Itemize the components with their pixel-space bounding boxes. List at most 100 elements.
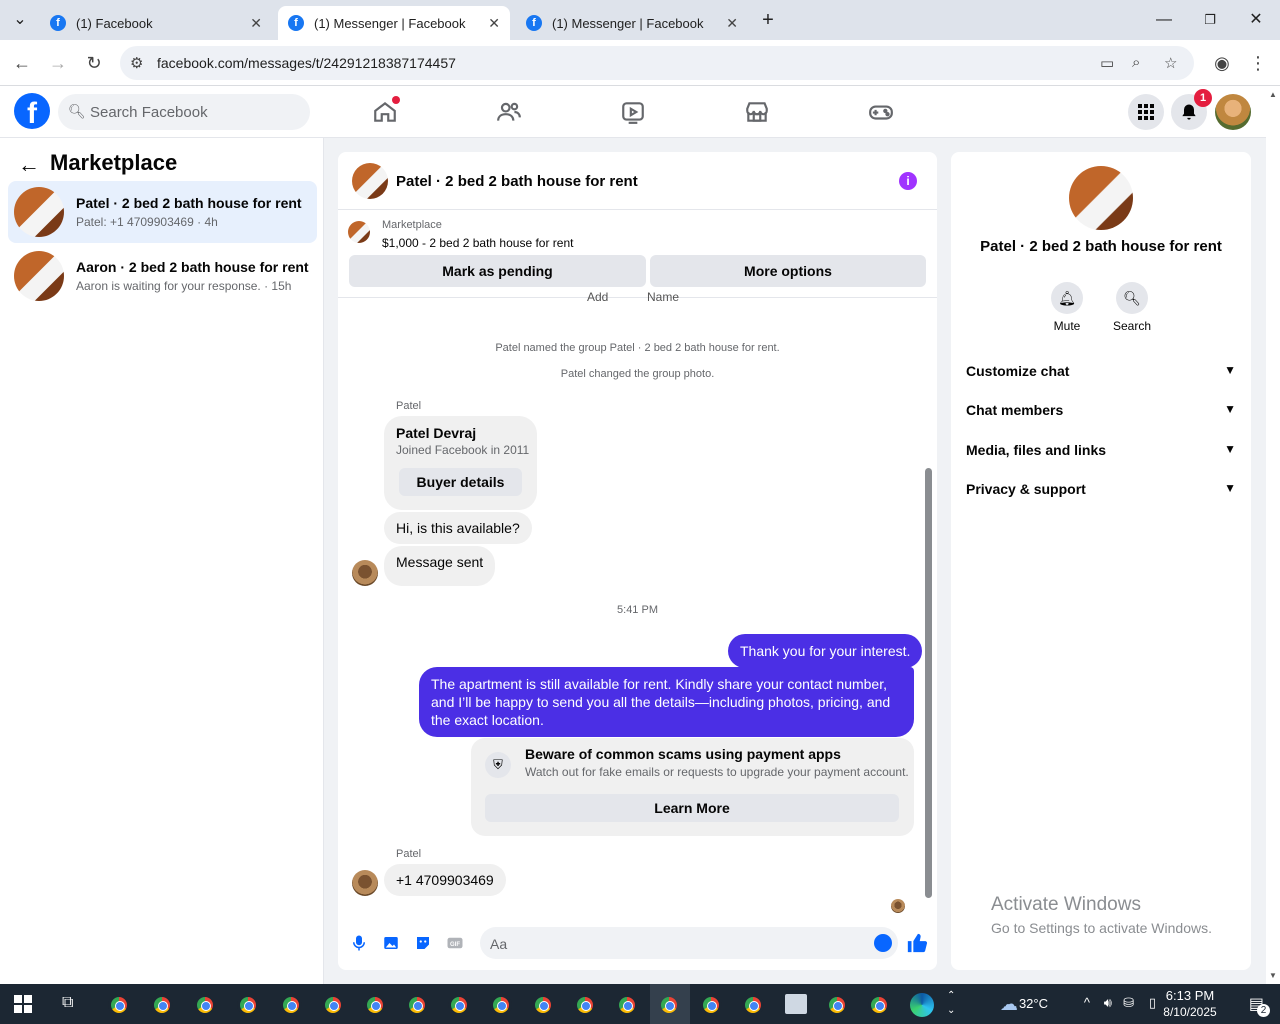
video-icon[interactable]	[620, 99, 646, 125]
chrome-icon[interactable]	[151, 994, 173, 1016]
menu-dots-icon[interactable]: ⋮	[1246, 51, 1270, 75]
buyer-joined: Joined Facebook in 2011	[396, 443, 530, 457]
sender-avatar[interactable]	[352, 870, 378, 896]
battery-icon[interactable]: ▯	[1149, 995, 1156, 1011]
chrome-icon[interactable]	[194, 994, 216, 1016]
back-arrow-icon[interactable]: ←	[18, 152, 40, 178]
install-app-icon[interactable]: ▭	[1100, 54, 1114, 72]
chrome-icon[interactable]	[108, 994, 130, 1016]
network-icon[interactable]: ⛁	[1123, 995, 1134, 1011]
incoming-message[interactable]: Hi, is this available?	[384, 512, 532, 544]
profile-avatar[interactable]	[1215, 94, 1251, 130]
chrome-icon[interactable]	[280, 994, 302, 1016]
bell-icon[interactable]: 🔔︎	[1051, 282, 1083, 314]
message-input[interactable]: Aa	[480, 927, 898, 959]
scroll-down-icon[interactable]: ▼	[1269, 971, 1277, 980]
omnibox[interactable]: ⚙ facebook.com/messages/t/24291218387174…	[120, 46, 1194, 80]
details-avatar[interactable]	[1069, 166, 1133, 230]
facebook-logo-icon[interactable]: f	[14, 93, 50, 129]
close-window-button[interactable]: ✕	[1244, 8, 1268, 32]
close-icon[interactable]: ✕	[488, 15, 500, 32]
search-input[interactable]: 🔍︎ Search Facebook	[58, 94, 310, 130]
chat-avatar[interactable]	[352, 163, 388, 199]
chrome-icon[interactable]	[364, 994, 386, 1016]
conversation-item-aaron[interactable]: Aaron · 2 bed 2 bath house for rent Aaro…	[8, 245, 317, 307]
profile-icon[interactable]: ◉	[1210, 51, 1234, 75]
chrome-icon[interactable]	[742, 994, 764, 1016]
app-icon[interactable]	[785, 994, 807, 1014]
chrome-icon[interactable]	[658, 994, 680, 1016]
listing-title[interactable]: $1,000 - 2 bed 2 bath house for rent	[382, 236, 573, 250]
scroll-up-icon[interactable]: ▲	[1269, 90, 1277, 99]
incoming-message[interactable]: Message sent	[384, 546, 496, 586]
sender-avatar[interactable]	[352, 560, 378, 586]
emoji-icon[interactable]	[874, 934, 892, 952]
clock-date[interactable]: 8/10/2025	[1160, 1005, 1220, 1019]
incoming-message[interactable]: +1 4709903469	[384, 864, 506, 896]
friends-icon[interactable]	[496, 99, 522, 125]
gaming-icon[interactable]	[868, 99, 894, 125]
windows-start-icon[interactable]	[14, 995, 32, 1013]
chrome-icon[interactable]	[448, 994, 470, 1016]
marketplace-icon[interactable]	[744, 99, 770, 125]
zoom-icon[interactable]: ⌕	[1132, 54, 1140, 71]
scrollbar-thumb[interactable]	[925, 468, 932, 898]
outgoing-message[interactable]: The apartment is still available for ren…	[419, 667, 914, 737]
site-info-icon[interactable]: ⚙	[130, 54, 143, 72]
section-privacy-support[interactable]: Privacy & support ▼	[966, 481, 1236, 497]
tab-facebook[interactable]: f (1) Facebook ✕	[40, 6, 272, 40]
thumbs-up-icon[interactable]	[906, 932, 928, 954]
taskbar-scroll-icon[interactable]: ⌃ ⌄	[947, 988, 955, 1018]
cloud-weather-icon[interactable]: ☁	[1000, 994, 1018, 1015]
tab-messenger[interactable]: f (1) Messenger | Facebook ✕	[516, 6, 748, 40]
search-icon[interactable]: 🔍︎	[1116, 282, 1148, 314]
microphone-icon[interactable]	[350, 934, 368, 952]
task-view-icon[interactable]: ⧉	[62, 994, 73, 1012]
chrome-icon[interactable]	[826, 994, 848, 1016]
forward-arrow-icon[interactable]: →	[46, 51, 70, 75]
section-media-files-links[interactable]: Media, files and links ▼	[966, 442, 1236, 458]
close-icon[interactable]: ✕	[726, 15, 738, 32]
tab-search-icon[interactable]: ⌄	[8, 8, 32, 32]
photo-icon[interactable]	[382, 934, 400, 952]
restore-button[interactable]: ❐	[1198, 8, 1222, 32]
weather-temp[interactable]: 32°C	[1019, 996, 1048, 1011]
new-tab-button[interactable]: +	[756, 8, 780, 32]
outgoing-message[interactable]: Thank you for your interest.	[728, 634, 923, 668]
home-icon[interactable]	[372, 96, 400, 125]
chrome-icon[interactable]	[322, 994, 344, 1016]
chrome-icon[interactable]	[406, 994, 428, 1016]
gif-icon[interactable]: GIF	[446, 934, 464, 952]
section-customize-chat[interactable]: Customize chat ▼	[966, 363, 1236, 379]
chrome-icon[interactable]	[574, 994, 596, 1016]
conversation-item-patel[interactable]: Patel · 2 bed 2 bath house for rent Pate…	[8, 181, 317, 243]
chrome-icon[interactable]	[490, 994, 512, 1016]
more-options-button[interactable]: More options	[650, 255, 926, 287]
close-icon[interactable]: ✕	[250, 15, 262, 32]
chrome-icon[interactable]	[700, 994, 722, 1016]
chat-title[interactable]: Patel · 2 bed 2 bath house for rent	[396, 173, 638, 190]
reload-icon[interactable]: ↻	[82, 51, 106, 75]
menu-grid-icon[interactable]	[1128, 94, 1164, 130]
mark-pending-button[interactable]: Mark as pending	[349, 255, 646, 287]
listing-thumbnail[interactable]	[348, 221, 370, 243]
sticker-icon[interactable]	[414, 934, 432, 952]
chrome-icon[interactable]	[532, 994, 554, 1016]
chevron-up-icon[interactable]: ^	[1084, 995, 1090, 1010]
buyer-details-button[interactable]: Buyer details	[399, 468, 522, 496]
chrome-icon[interactable]	[616, 994, 638, 1016]
minimize-button[interactable]: —	[1152, 8, 1176, 32]
edge-icon[interactable]	[910, 993, 934, 1017]
info-icon[interactable]: i	[899, 172, 917, 190]
back-arrow-icon[interactable]: ←	[10, 51, 34, 75]
clock-time[interactable]: 6:13 PM	[1160, 988, 1220, 1003]
learn-more-button[interactable]: Learn More	[485, 794, 899, 822]
page-scrollbar[interactable]: ▲ ▼	[1266, 86, 1280, 984]
chevron-down-icon: ▼	[1224, 481, 1236, 495]
volume-icon[interactable]: 🔊︎	[1104, 995, 1112, 1011]
tab-messenger-active[interactable]: f (1) Messenger | Facebook ✕	[278, 6, 510, 40]
section-chat-members[interactable]: Chat members ▼	[966, 402, 1236, 418]
chrome-icon[interactable]	[237, 994, 259, 1016]
bookmark-star-icon[interactable]: ☆	[1164, 54, 1177, 72]
chrome-icon[interactable]	[868, 994, 890, 1016]
